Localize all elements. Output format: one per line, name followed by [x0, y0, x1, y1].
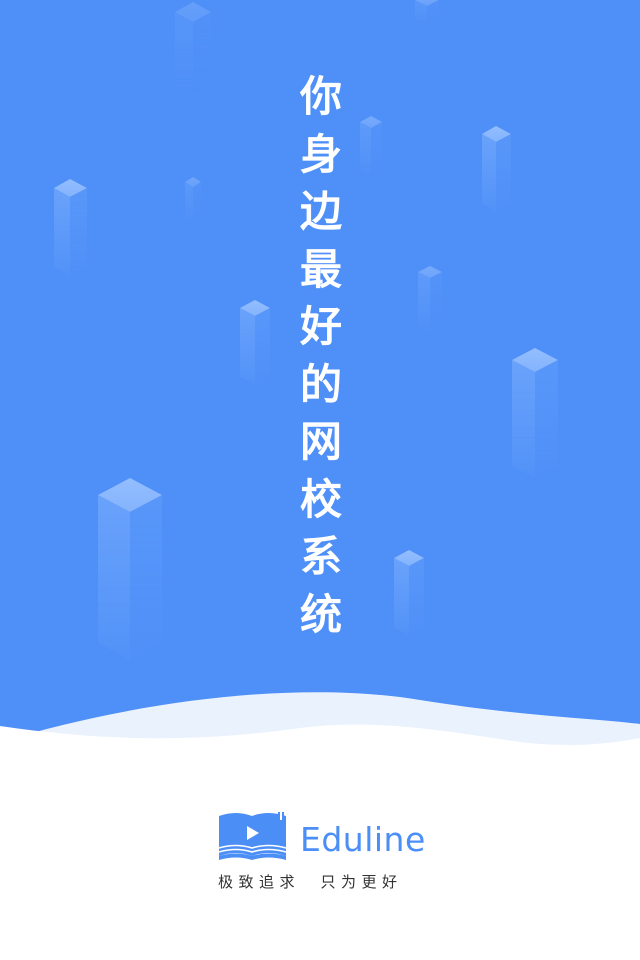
pillar-icon [482, 126, 511, 212]
slogan-char: 最 [299, 244, 342, 294]
pillar-icon [394, 550, 424, 636]
brand-name: Eduline [300, 820, 426, 859]
pillar-icon [98, 478, 162, 660]
slogan-char: 好 [299, 302, 342, 351]
pillar-icon [418, 266, 442, 332]
slogan-char: 身 [299, 129, 342, 179]
slogan-char: 的 [299, 359, 342, 409]
pillar-icon [185, 177, 201, 222]
pillar-icon [54, 179, 87, 276]
pillar-icon [512, 348, 558, 478]
pillar-icon [360, 116, 382, 176]
slogan-char: 边 [299, 187, 342, 236]
slogan-char: 校 [299, 474, 342, 524]
splash-screen: 你 身 边 最 好 的 网 校 系 统 Eduline 极致追求 只为更好 [0, 0, 640, 960]
pillar-icon [240, 300, 270, 385]
slogan-char: 网 [299, 417, 342, 466]
slogan-char: 统 [299, 589, 342, 639]
brand-block: Eduline 极致追求 只为更好 [218, 812, 428, 902]
slogan-char: 你 [299, 72, 342, 121]
slogan-vertical: 你 身 边 最 好 的 网 校 系 统 [290, 68, 352, 643]
slogan-char: 系 [299, 532, 342, 581]
brand-tagline: 极致追求 只为更好 [218, 873, 403, 891]
pillar-icon [175, 2, 211, 95]
open-book-play-icon [218, 812, 287, 860]
